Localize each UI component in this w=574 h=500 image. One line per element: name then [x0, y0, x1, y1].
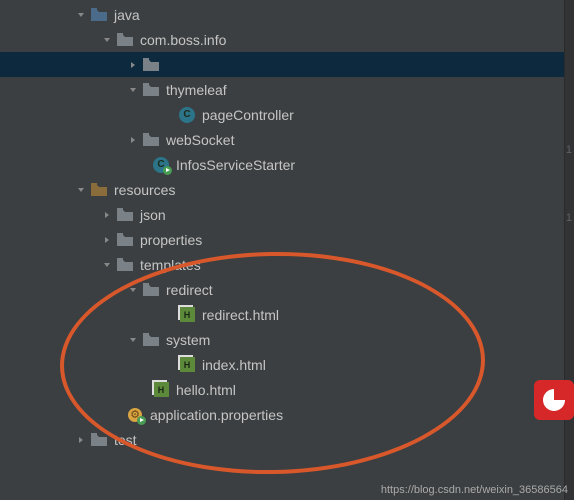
folder-icon — [116, 257, 134, 273]
tree-item-index-html[interactable]: H index.html — [0, 352, 574, 377]
tree-item-system[interactable]: system — [0, 327, 574, 352]
tree-item-properties[interactable]: properties — [0, 227, 574, 252]
tree-item-resources[interactable]: resources — [0, 177, 574, 202]
chevron-right-icon — [128, 61, 138, 69]
tree-label: system — [166, 332, 210, 348]
chevron-down-icon — [76, 11, 86, 19]
tree-item-redirect[interactable]: redirect — [0, 277, 574, 302]
tree-label: java — [114, 7, 140, 23]
tree-label: pageController — [202, 107, 294, 123]
tree-item-test[interactable]: test — [0, 427, 574, 452]
tree-label: redirect — [166, 282, 213, 298]
properties-file-icon — [126, 407, 144, 423]
package-icon — [142, 132, 160, 148]
chevron-down-icon — [128, 86, 138, 94]
editor-gutter: 1 1 — [564, 0, 574, 500]
tree-label: templates — [140, 257, 201, 273]
tree-label: resources — [114, 182, 175, 198]
chevron-right-icon — [76, 436, 86, 444]
package-icon — [142, 57, 160, 73]
folder-icon — [90, 7, 108, 23]
project-tree: java com.boss.info thymeleaf C pageContr… — [0, 0, 574, 452]
html-file-icon: H — [178, 357, 196, 373]
gutter-marker: 1 — [566, 144, 572, 156]
chevron-down-icon — [76, 186, 86, 194]
folder-icon — [142, 282, 160, 298]
tree-label: redirect.html — [202, 307, 279, 323]
tree-item-selected-package[interactable] — [0, 52, 574, 77]
chevron-down-icon — [102, 36, 112, 44]
tree-label: hello.html — [176, 382, 236, 398]
tree-item-websocket[interactable]: webSocket — [0, 127, 574, 152]
watermark-url: https://blog.csdn.net/weixin_36586564 — [381, 484, 568, 496]
html-file-icon: H — [152, 382, 170, 398]
package-icon — [116, 32, 134, 48]
chevron-right-icon — [102, 211, 112, 219]
chevron-down-icon — [128, 286, 138, 294]
html-file-icon: H — [178, 307, 196, 323]
tree-label: properties — [140, 232, 202, 248]
tree-label: index.html — [202, 357, 266, 373]
tree-item-json[interactable]: json — [0, 202, 574, 227]
chevron-right-icon — [102, 236, 112, 244]
class-runnable-icon: C — [152, 157, 170, 173]
chevron-right-icon — [128, 136, 138, 144]
tree-item-pagecontroller[interactable]: C pageController — [0, 102, 574, 127]
class-icon: C — [178, 107, 196, 123]
folder-icon — [90, 432, 108, 448]
folder-icon — [116, 207, 134, 223]
chevron-down-icon — [102, 261, 112, 269]
watermark-logo-icon — [534, 380, 574, 420]
package-icon — [142, 82, 160, 98]
tree-label: test — [114, 432, 137, 448]
tree-item-hello-html[interactable]: H hello.html — [0, 377, 574, 402]
tree-label: application.properties — [150, 407, 283, 423]
chevron-down-icon — [128, 336, 138, 344]
folder-icon — [142, 332, 160, 348]
tree-label: json — [140, 207, 166, 223]
tree-item-thymeleaf[interactable]: thymeleaf — [0, 77, 574, 102]
tree-label: thymeleaf — [166, 82, 227, 98]
folder-icon — [116, 232, 134, 248]
tree-item-redirect-html[interactable]: H redirect.html — [0, 302, 574, 327]
tree-item-java[interactable]: java — [0, 2, 574, 27]
resources-folder-icon — [90, 182, 108, 198]
gutter-marker: 1 — [566, 212, 572, 224]
tree-label: InfosServiceStarter — [176, 157, 295, 173]
tree-label: webSocket — [166, 132, 234, 148]
tree-label: com.boss.info — [140, 32, 226, 48]
tree-item-templates[interactable]: templates — [0, 252, 574, 277]
tree-item-application-properties[interactable]: application.properties — [0, 402, 574, 427]
tree-item-infos-service-starter[interactable]: C InfosServiceStarter — [0, 152, 574, 177]
tree-item-com-boss-info[interactable]: com.boss.info — [0, 27, 574, 52]
